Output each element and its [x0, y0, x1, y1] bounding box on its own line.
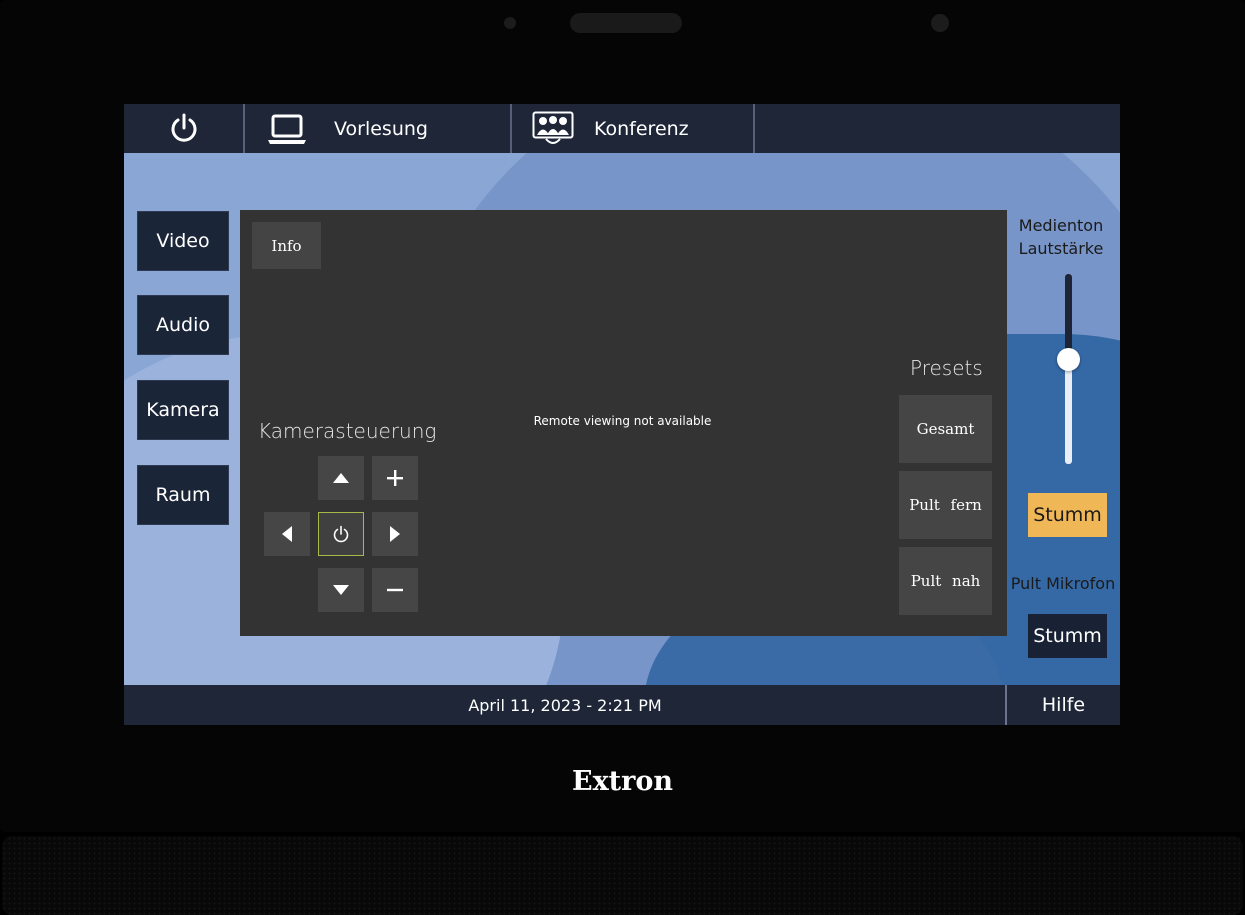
tab-vorlesung[interactable]: Vorlesung	[245, 104, 512, 153]
zoom-in-button[interactable]	[372, 456, 418, 500]
nav-kamera-button[interactable]: Kamera	[137, 380, 229, 440]
device-bezel: Vorlesung Konferenz Video Audio Kamera R…	[0, 0, 1245, 832]
datetime-display: April 11, 2023 - 2:21 PM	[468, 695, 662, 715]
media-mute-button[interactable]: Stumm	[1028, 493, 1107, 537]
media-volume-title-line1: Medienton	[1018, 216, 1104, 235]
pan-left-button[interactable]	[264, 512, 310, 556]
media-volume-title-line2: Lautstärke	[1018, 239, 1104, 258]
preset-gesamt-button[interactable]: Gesamt	[899, 395, 992, 463]
tab-vorlesung-label: Vorlesung	[334, 117, 428, 140]
help-button[interactable]: Hilfe	[1005, 685, 1120, 725]
triangle-left-icon	[282, 526, 292, 542]
preset-pult-nah-button[interactable]: Pult nah	[899, 547, 992, 615]
brand-logo: Extron	[571, 766, 673, 797]
triangle-down-icon	[333, 585, 349, 595]
tab-konferenz[interactable]: Konferenz	[512, 104, 755, 153]
zoom-out-button[interactable]	[372, 568, 418, 612]
power-button[interactable]	[124, 104, 245, 153]
slider-track-upper	[1065, 274, 1072, 359]
minus-icon	[387, 588, 403, 592]
touch-screen: Vorlesung Konferenz Video Audio Kamera R…	[124, 104, 1120, 725]
triangle-right-icon	[390, 526, 400, 542]
mic-mute-button[interactable]: Stumm	[1028, 614, 1107, 658]
sensor-dot-left	[504, 17, 516, 29]
info-button[interactable]: Info	[252, 222, 321, 269]
media-volume-title: Medienton Lautstärke	[1006, 214, 1116, 260]
camera-home-button[interactable]	[318, 512, 364, 556]
camera-dot-right	[931, 14, 949, 32]
plus-icon	[387, 470, 403, 486]
power-icon	[171, 113, 196, 142]
camera-panel: Info Remote viewing not available Kamera…	[240, 210, 1007, 636]
conference-icon	[532, 111, 574, 144]
nav-raum-button[interactable]: Raum	[137, 465, 229, 525]
media-volume-slider-handle[interactable]	[1057, 348, 1080, 371]
camera-control-title: Kamerasteuerung	[258, 419, 437, 443]
laptop-icon	[268, 114, 306, 144]
presets-title: Presets	[910, 356, 983, 380]
preset-pult-fern-button[interactable]: Pult fern	[899, 471, 992, 539]
tilt-up-button[interactable]	[318, 456, 364, 500]
tilt-down-button[interactable]	[318, 568, 364, 612]
mic-title: Pult Mikrofon	[1010, 574, 1116, 593]
earpiece-slot	[570, 13, 682, 33]
bottom-bar: April 11, 2023 - 2:21 PM Hilfe	[124, 685, 1120, 725]
remote-viewing-message: Remote viewing not available	[533, 414, 712, 428]
pan-right-button[interactable]	[372, 512, 418, 556]
power-icon	[333, 525, 349, 543]
triangle-up-icon	[333, 473, 349, 483]
top-bar: Vorlesung Konferenz	[124, 104, 1120, 153]
nav-audio-button[interactable]: Audio	[137, 295, 229, 355]
nav-video-button[interactable]: Video	[137, 211, 229, 271]
tab-konferenz-label: Konferenz	[594, 117, 689, 140]
speaker-grille	[2, 836, 1243, 915]
